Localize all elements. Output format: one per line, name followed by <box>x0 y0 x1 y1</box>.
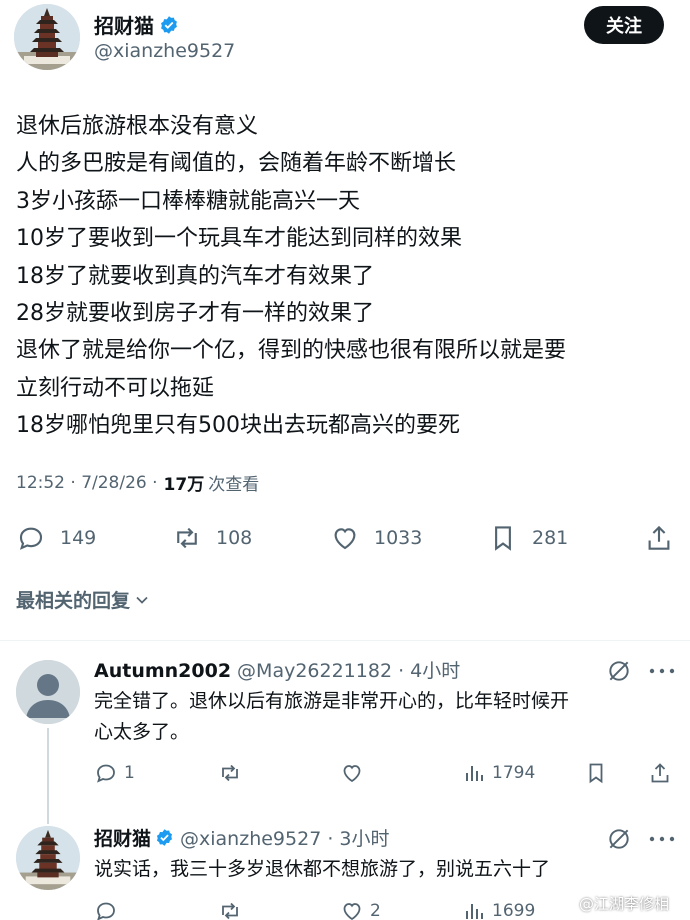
reply-button[interactable]: 149 <box>16 518 96 558</box>
weibo-logo-icon <box>555 899 573 912</box>
more-options-icon[interactable] <box>648 834 676 844</box>
share-button[interactable] <box>648 758 678 788</box>
grok-icon[interactable] <box>606 658 632 684</box>
retweet-count: 108 <box>216 527 253 549</box>
author-handle[interactable]: @xianzhe9527 <box>94 40 235 62</box>
reply-icon <box>19 527 43 550</box>
pagoda-image <box>14 4 80 70</box>
analytics-icon <box>466 904 483 919</box>
bookmark-icon <box>495 526 511 551</box>
more-options-icon[interactable] <box>648 666 676 676</box>
tweet-line: 3岁小孩舔一口棒棒糖就能高兴一天 <box>16 188 360 214</box>
tweet-line: 10岁了要收到一个玩具车才能达到同样的效果 <box>16 226 462 252</box>
author-avatar[interactable] <box>14 4 80 70</box>
retweet-icon <box>222 764 238 782</box>
share-icon <box>648 525 670 550</box>
retweet-button[interactable] <box>218 896 248 920</box>
view-count: 1794 <box>492 763 536 783</box>
reply-icon <box>97 902 115 920</box>
watermark: @江湖李修相 <box>555 893 669 914</box>
grok-icon[interactable] <box>606 826 632 852</box>
retweet-icon <box>222 902 238 920</box>
bookmark-icon <box>589 763 603 784</box>
reply-line: 完全错了。退休以后有旅游是非常开心的，比年轻时候开 <box>94 690 570 712</box>
heart-icon <box>334 528 356 550</box>
share-button[interactable] <box>644 518 688 558</box>
reply-count: 149 <box>60 527 97 549</box>
tweet-line: 28岁就要收到房子才有一样的效果了 <box>16 301 374 327</box>
reply-header: 招财猫 @xianzhe9527 · 3小时 <box>94 824 390 851</box>
reply-text: 说实话，我三十多岁退休都不想旅游了，别说五六十了 <box>94 854 674 885</box>
avatar[interactable] <box>16 826 80 890</box>
tweet-line: 立刻行动不可以拖延 <box>16 375 215 401</box>
reply-action-bar: 1 1794 <box>94 758 674 788</box>
reply-icon <box>97 764 115 783</box>
tweet-timestamp[interactable]: 12:52 · 7/28/26 · <box>16 473 158 493</box>
reply-header: Autumn2002 @May26221182 · 4小时 <box>94 656 460 683</box>
tweet-line: 人的多巴胺是有阈值的，会随着年龄不断增长 <box>16 151 457 177</box>
heart-icon <box>343 765 361 783</box>
analytics-icon <box>466 766 483 781</box>
reply-author-name[interactable]: Autumn2002 <box>94 660 231 682</box>
heart-icon <box>343 903 361 920</box>
follow-button[interactable]: 关注 <box>584 6 664 44</box>
verified-badge-icon <box>161 15 177 34</box>
like-button[interactable]: 2 <box>340 896 381 920</box>
tweet-meta: 12:52 · 7/28/26 · 17万 次查看 <box>16 470 260 496</box>
author-name[interactable]: 招财猫 <box>94 10 154 39</box>
verified-badge-icon <box>156 829 173 846</box>
reply-button[interactable] <box>94 896 124 920</box>
view-count: 1699 <box>492 901 536 920</box>
reply-author-name[interactable]: 招财猫 <box>94 824 151 851</box>
tweet-text: 退休后旅游根本没有意义 人的多巴胺是有阈值的，会随着年龄不断增长 3岁小孩舔一口… <box>16 108 676 445</box>
tweet-line: 退休后旅游根本没有意义 <box>16 114 259 139</box>
watermark-text: @江湖李修相 <box>579 895 670 913</box>
like-button[interactable] <box>340 758 370 788</box>
reply-text: 完全错了。退休以后有旅游是非常开心的，比年轻时候开 心太多了。 <box>94 686 674 748</box>
chevron-down-icon <box>136 596 148 604</box>
bookmark-button[interactable] <box>584 758 614 788</box>
pagoda-image <box>16 826 80 890</box>
thread-line <box>47 728 49 824</box>
view-label: 次查看 <box>208 475 260 495</box>
like-button[interactable]: 1033 <box>330 518 422 558</box>
reply-count: 1 <box>124 763 135 783</box>
tweet-line: 退休了就是给你一个亿，得到的快感也很有限所以就是要 <box>16 338 567 364</box>
retweet-button[interactable]: 108 <box>172 518 252 558</box>
view-count: 17万 <box>163 475 205 495</box>
bookmark-count: 281 <box>532 527 569 549</box>
reply-handle[interactable]: @xianzhe9527 · 3小时 <box>180 824 389 851</box>
reply-line: 说实话，我三十多岁退休都不想旅游了，别说五六十了 <box>94 858 551 880</box>
like-count: 2 <box>370 901 381 920</box>
reply-button[interactable]: 1 <box>94 758 135 788</box>
reply-sort-selector[interactable]: 最相关的回复 <box>16 586 150 613</box>
reply-item[interactable]: Autumn2002 @May26221182 · 4小时 完全错了。退休以后有… <box>0 656 690 824</box>
tweet-action-bar: 149 108 1033 281 <box>0 518 690 558</box>
reply-line: 心太多了。 <box>94 721 190 743</box>
views-button[interactable]: 1794 <box>462 758 535 788</box>
reply-handle[interactable]: @May26221182 · 4小时 <box>237 656 460 683</box>
reply-sort-label: 最相关的回复 <box>16 590 131 612</box>
divider <box>0 640 690 641</box>
avatar[interactable] <box>16 660 80 724</box>
tweet-line: 18岁了就要收到真的汽车才有效果了 <box>16 263 374 289</box>
bookmark-button[interactable]: 281 <box>488 518 568 558</box>
tweet-header: 招财猫 @xianzhe9527 关注 <box>0 0 690 80</box>
views-button[interactable]: 1699 <box>462 896 535 920</box>
default-avatar-icon <box>16 660 80 724</box>
tweet-line: 18岁哪怕兜里只有500块出去玩都高兴的要死 <box>16 413 460 439</box>
retweet-icon <box>177 527 197 549</box>
like-count: 1033 <box>374 527 423 549</box>
retweet-button[interactable] <box>218 758 248 788</box>
share-icon <box>651 763 669 783</box>
